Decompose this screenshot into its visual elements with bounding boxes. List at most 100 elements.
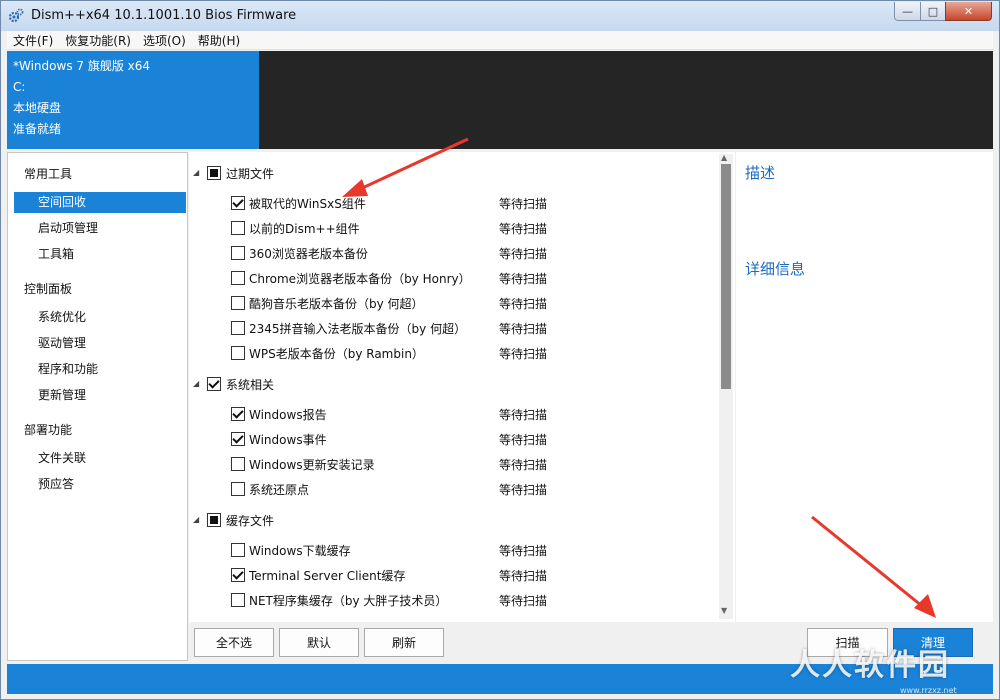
item-checkbox[interactable] <box>231 321 245 335</box>
item-status: 等待扫描 <box>499 247 548 261</box>
window-title: Dism++x64 10.1.1001.10 Bios Firmware <box>31 8 297 23</box>
item-checkbox[interactable] <box>231 271 245 285</box>
cleanup-list: ◢ 过期文件 被取代的WinSxS组件 等待扫描 以前的Dism++组件 等待扫… <box>189 152 735 622</box>
category-row-cache[interactable]: ◢ 缓存文件 <box>193 510 274 530</box>
list-item[interactable]: NET程序集缓存（by 大胖子技术员） <box>231 590 447 610</box>
item-label: 酷狗音乐老版本备份（by 何超） <box>249 296 424 311</box>
collapse-triangle-icon[interactable]: ◢ <box>193 515 203 525</box>
drive-letter: C: <box>13 80 26 94</box>
gear-app-icon <box>8 8 24 23</box>
collapse-triangle-icon[interactable]: ◢ <box>193 168 203 178</box>
item-checkbox[interactable] <box>231 221 245 235</box>
sidebar-group-control-panel: 控制面板 <box>24 282 73 296</box>
item-checkbox[interactable] <box>231 246 245 260</box>
list-item[interactable]: 360浏览器老版本备份 <box>231 243 368 263</box>
refresh-button[interactable]: 刷新 <box>364 628 444 657</box>
deselect-all-button[interactable]: 全不选 <box>194 628 274 657</box>
session-info-panel[interactable]: *Windows 7 旗舰版 x64 C: 本地硬盘 准备就绪 <box>7 51 259 149</box>
item-label: Terminal Server Client缓存 <box>249 568 406 583</box>
header-dark-area <box>259 51 993 149</box>
sidebar-item-pre-answer[interactable]: 预应答 <box>14 474 186 495</box>
scroll-down-arrow-icon[interactable]: ▼ <box>721 606 727 615</box>
item-checkbox[interactable] <box>231 457 245 471</box>
menu-help[interactable]: 帮助(H) <box>192 32 246 49</box>
description-title: 描述 <box>745 164 776 182</box>
list-item[interactable]: Terminal Server Client缓存 <box>231 565 405 585</box>
category-checkbox[interactable] <box>207 513 221 527</box>
list-item[interactable]: Chrome浏览器老版本备份（by Honry） <box>231 268 471 288</box>
category-checkbox[interactable] <box>207 377 221 391</box>
item-status: 等待扫描 <box>499 272 548 286</box>
sidebar-item-file-association[interactable]: 文件关联 <box>14 448 186 469</box>
menu-restore[interactable]: 恢复功能(R) <box>59 32 137 49</box>
sidebar-item-toolbox[interactable]: 工具箱 <box>14 244 186 265</box>
scroll-thumb[interactable] <box>721 164 731 389</box>
menu-bar: 文件(F) 恢复功能(R) 选项(O) 帮助(H) <box>7 31 993 50</box>
list-item[interactable]: Windows报告 <box>231 404 327 424</box>
category-row-system[interactable]: ◢ 系统相关 <box>193 374 274 394</box>
maximize-button[interactable]: □ <box>920 2 946 21</box>
default-button[interactable]: 默认 <box>279 628 359 657</box>
app-window: Dism++x64 10.1.1001.10 Bios Firmware — □… <box>0 0 1000 700</box>
list-item[interactable]: 2345拼音输入法老版本备份（by 何超） <box>231 318 466 338</box>
item-status: 等待扫描 <box>499 408 548 422</box>
category-label: 缓存文件 <box>226 513 275 528</box>
item-status: 等待扫描 <box>499 458 548 472</box>
item-label: Windows更新安装记录 <box>249 457 375 472</box>
item-label: 360浏览器老版本备份 <box>249 246 368 261</box>
sidebar-item-startup-manager[interactable]: 启动项管理 <box>14 218 186 239</box>
title-bar[interactable]: Dism++x64 10.1.1001.10 Bios Firmware — □… <box>1 1 999 31</box>
item-status: 等待扫描 <box>499 322 548 336</box>
sidebar-item-programs-features[interactable]: 程序和功能 <box>14 359 186 380</box>
category-row-expired-files[interactable]: ◢ 过期文件 <box>193 163 274 183</box>
item-label: 2345拼音输入法老版本备份（by 何超） <box>249 321 467 336</box>
item-status: 等待扫描 <box>499 222 548 236</box>
close-button[interactable]: ✕ <box>945 2 992 21</box>
item-status: 等待扫描 <box>499 297 548 311</box>
sidebar: 常用工具 空间回收 启动项管理 工具箱 控制面板 系统优化 驱动管理 程序和功能… <box>7 152 188 661</box>
minimize-button[interactable]: — <box>894 2 921 21</box>
sidebar-group-deployment: 部署功能 <box>24 423 73 437</box>
details-panel: 描述 详细信息 <box>736 152 993 622</box>
sidebar-item-driver-manager[interactable]: 驱动管理 <box>14 333 186 354</box>
item-checkbox[interactable] <box>231 432 245 446</box>
list-item[interactable]: 以前的Dism++组件 <box>231 218 360 238</box>
os-name: *Windows 7 旗舰版 x64 <box>13 59 151 73</box>
item-status: 等待扫描 <box>499 594 548 608</box>
item-label: 系统还原点 <box>249 482 310 497</box>
close-icon: ✕ <box>963 4 974 18</box>
list-item[interactable]: 酷狗音乐老版本备份（by 何超） <box>231 293 424 313</box>
item-label: WPS老版本备份（by Rambin） <box>249 346 424 361</box>
list-item[interactable]: Windows事件 <box>231 429 327 449</box>
list-item[interactable]: 被取代的WinSxS组件 <box>231 193 366 213</box>
item-checkbox[interactable] <box>231 482 245 496</box>
item-status: 等待扫描 <box>499 347 548 361</box>
item-checkbox[interactable] <box>231 296 245 310</box>
item-checkbox[interactable] <box>231 407 245 421</box>
list-item[interactable]: 系统还原点 <box>231 479 309 499</box>
list-item[interactable]: Windows下载缓存 <box>231 540 351 560</box>
scroll-up-arrow-icon[interactable]: ▲ <box>721 153 727 162</box>
item-label: Windows报告 <box>249 407 327 422</box>
session-status: 准备就绪 <box>13 122 62 136</box>
sidebar-group-common-tools: 常用工具 <box>24 167 73 181</box>
collapse-triangle-icon[interactable]: ◢ <box>193 379 203 389</box>
list-scrollbar[interactable]: ▲ ▼ <box>719 153 733 619</box>
item-status: 等待扫描 <box>499 483 548 497</box>
item-label: Windows事件 <box>249 432 327 447</box>
item-checkbox[interactable] <box>231 568 245 582</box>
item-status: 等待扫描 <box>499 433 548 447</box>
list-item[interactable]: Windows更新安装记录 <box>231 454 375 474</box>
menu-file[interactable]: 文件(F) <box>7 32 59 49</box>
sidebar-item-system-optimize[interactable]: 系统优化 <box>14 307 186 328</box>
item-checkbox[interactable] <box>231 543 245 557</box>
list-item[interactable]: WPS老版本备份（by Rambin） <box>231 343 424 363</box>
item-checkbox[interactable] <box>231 346 245 360</box>
sidebar-item-space-cleanup[interactable]: 空间回收 <box>14 192 186 213</box>
category-checkbox[interactable] <box>207 166 221 180</box>
sidebar-item-update-manager[interactable]: 更新管理 <box>14 385 186 406</box>
item-checkbox[interactable] <box>231 593 245 607</box>
item-checkbox[interactable] <box>231 196 245 210</box>
menu-options[interactable]: 选项(O) <box>137 32 192 49</box>
item-label: 以前的Dism++组件 <box>249 221 360 236</box>
